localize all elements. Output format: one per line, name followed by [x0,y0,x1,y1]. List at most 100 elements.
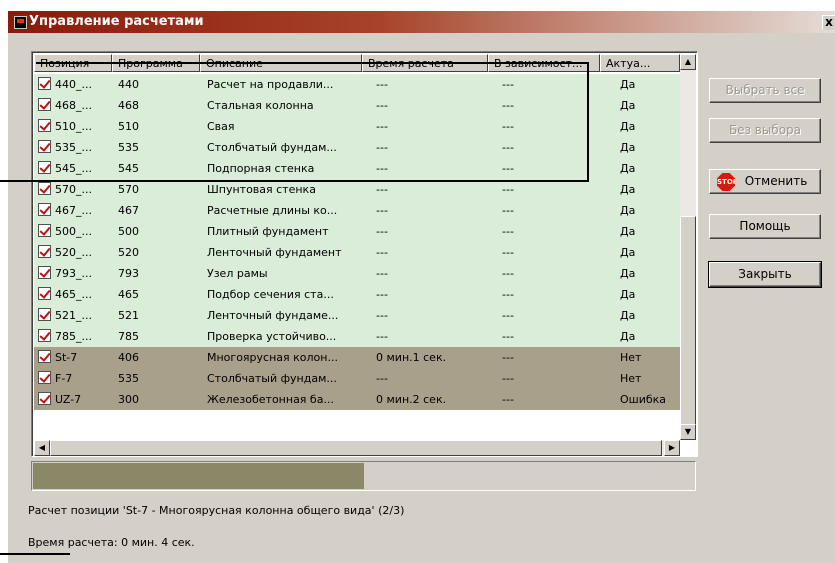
checkbox-checked-icon[interactable] [38,308,51,321]
cell-description: Проверка устойчиво... [207,330,337,343]
scroll-down-icon[interactable]: ▼ [680,424,696,440]
cell-dependency: --- [502,288,514,301]
table-row[interactable]: 440_... 440 Расчет на продавли... --- --- Да [34,74,680,95]
cell-description: Свая [207,120,235,133]
checkbox-checked-icon[interactable] [38,140,51,153]
cell-description: Ленточный фундаме... [207,309,339,322]
cell-dependency: --- [502,330,514,343]
cell-program: 500 [118,225,139,238]
cell-position: 465_... [55,288,92,301]
cell-description: Плитный фундамент [207,225,329,238]
table-row[interactable]: 793_... 793 Узел рамы --- --- Да [34,263,680,284]
table-row[interactable]: 785_... 785 Проверка устойчиво... --- --- Да [34,326,680,347]
cell-position: 785_... [55,330,92,343]
cell-description: Многоярусная колон... [207,351,338,364]
cell-program: 793 [118,267,139,280]
cell-description: Столбчатый фундам... [207,372,337,385]
cell-program: 545 [118,162,139,175]
column-header-actual[interactable]: Актуа... [600,54,680,72]
cell-actual: Да [620,309,636,322]
checkbox-checked-icon[interactable] [38,182,51,195]
cell-program: 521 [118,309,139,322]
checkbox-checked-icon[interactable] [38,287,51,300]
checkbox-checked-icon[interactable] [38,77,51,90]
cell-actual: Да [620,204,636,217]
cell-calc-time: --- [376,204,388,217]
table-row[interactable]: 468_... 468 Стальная колонна --- --- Да [34,95,680,116]
cell-dependency: --- [502,351,514,364]
table-row[interactable]: 465_... 465 Подбор сечения ста... --- --- Да [34,284,680,305]
cell-actual: Нет [620,372,642,385]
cell-dependency: --- [502,162,514,175]
cell-program: 510 [118,120,139,133]
cell-dependency: --- [502,309,514,322]
checkbox-checked-icon[interactable] [38,245,51,258]
checkbox-checked-icon[interactable] [38,98,51,111]
calc-manager-window: Управление расчетами x Позиция Программа… [8,11,835,563]
checkbox-checked-icon[interactable] [38,371,51,384]
table-row[interactable]: F-7 535 Столбчатый фундам... --- --- Нет [34,368,680,389]
close-window-button[interactable]: x [822,15,835,30]
select-all-button[interactable]: Выбрать все [709,78,821,103]
status-line-position: Расчет позиции 'St-7 - Многоярусная коло… [28,504,405,517]
scroll-up-icon[interactable]: ▲ [680,54,696,70]
cell-calc-time: --- [376,99,388,112]
horizontal-scroll-thumb[interactable] [50,440,662,456]
cell-program: 468 [118,99,139,112]
table-row[interactable]: 510_... 510 Свая --- --- Да [34,116,680,137]
cell-calc-time: --- [376,141,388,154]
table-row[interactable]: St-7 406 Многоярусная колон... 0 мин.1 сек.… [34,347,680,368]
overlay-line-top [36,62,589,64]
cell-calc-time: --- [376,162,388,175]
table-row[interactable]: 545_... 545 Подпорная стенка --- --- Да [34,158,680,179]
checkbox-checked-icon[interactable] [38,266,51,279]
table-row[interactable]: UZ-7 300 Железобетонная ба... 0 мин.2 сек. -… [34,389,680,410]
horizontal-scrollbar[interactable]: ◀ ▶ [34,440,680,456]
cell-description: Столбчатый фундам... [207,141,337,154]
cell-dependency: --- [502,267,514,280]
cell-position: 468_... [55,99,92,112]
checkbox-checked-icon[interactable] [38,350,51,363]
title-bar[interactable]: Управление расчетами x [8,11,835,33]
vertical-scroll-thumb[interactable] [680,216,696,426]
checkbox-checked-icon[interactable] [38,119,51,132]
cell-calc-time: --- [376,225,388,238]
cell-actual: Да [620,78,636,91]
cell-actual: Да [620,330,636,343]
cell-position: St-7 [55,351,78,364]
cell-description: Расчет на продавли... [207,78,334,91]
table-row[interactable]: 467_... 467 Расчетные длины ко... --- --- Да [34,200,680,221]
status-line-time: Время расчета: 0 мин. 4 сек. [28,536,195,549]
cell-position: 535_... [55,141,92,154]
vertical-scrollbar[interactable]: ▲ ▼ [680,54,696,440]
cancel-button-label: Отменить [744,174,808,188]
help-button[interactable]: Помощь [709,214,821,239]
scroll-left-icon[interactable]: ◀ [34,440,50,456]
checkbox-checked-icon[interactable] [38,161,51,174]
calc-list[interactable]: Позиция Программа Описание Время расчета… [31,51,698,457]
checkbox-checked-icon[interactable] [38,329,51,342]
checkbox-checked-icon[interactable] [38,224,51,237]
cell-actual: Да [620,288,636,301]
cell-dependency: --- [502,372,514,385]
cell-calc-time: --- [376,267,388,280]
cell-program: 785 [118,330,139,343]
checkbox-checked-icon[interactable] [38,392,51,405]
cell-calc-time: --- [376,309,388,322]
cell-description: Стальная колонна [207,99,314,112]
table-row[interactable]: 500_... 500 Плитный фундамент --- --- Да [34,221,680,242]
cell-position: 520_... [55,246,92,259]
cell-description: Подпорная стенка [207,162,315,175]
table-row[interactable]: 570_... 570 Шпунтовая стенка --- --- Да [34,179,680,200]
cell-position: F-7 [55,372,73,385]
table-row[interactable]: 520_... 520 Ленточный фундамент --- --- Да [34,242,680,263]
deselect-button[interactable]: Без выбора [709,118,821,143]
close-button[interactable]: Закрыть [708,261,822,288]
cell-program: 535 [118,141,139,154]
scroll-right-icon[interactable]: ▶ [664,440,680,456]
checkbox-checked-icon[interactable] [38,203,51,216]
cancel-button[interactable]: STOP Отменить [709,169,821,194]
cell-actual: Да [620,267,636,280]
table-row[interactable]: 535_... 535 Столбчатый фундам... --- --- Да [34,137,680,158]
table-row[interactable]: 521_... 521 Ленточный фундаме... --- --- Да [34,305,680,326]
